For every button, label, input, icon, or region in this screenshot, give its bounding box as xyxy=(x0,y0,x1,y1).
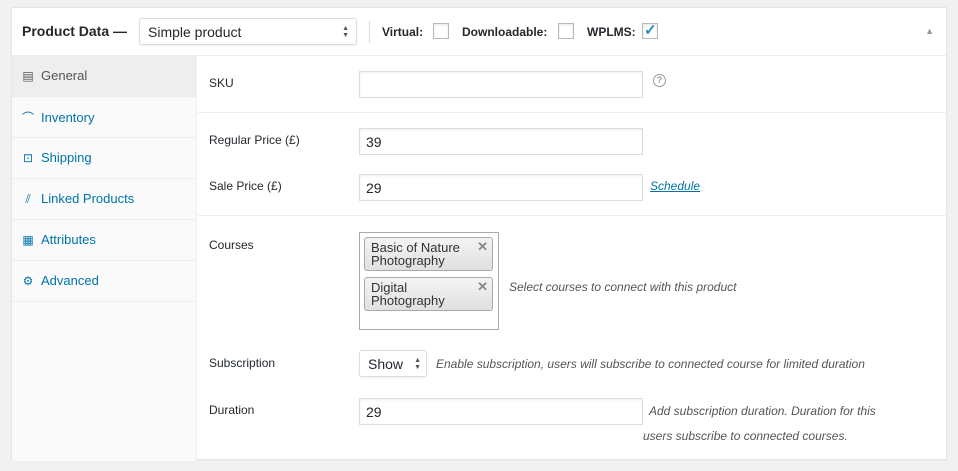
triangle-up-icon[interactable]: ▲ xyxy=(925,26,934,36)
tab-label: Shipping xyxy=(41,150,92,165)
tab-attributes[interactable]: ▦ Attributes xyxy=(12,220,196,261)
help-icon[interactable]: ? xyxy=(653,74,666,87)
schedule-link[interactable]: Schedule xyxy=(650,179,700,193)
course-chip[interactable]: Basic of Nature Photography ✕ xyxy=(364,237,493,271)
course-chip-line2: Photography xyxy=(371,293,445,308)
cart-icon: ⊡ xyxy=(22,151,34,165)
tab-label: Linked Products xyxy=(41,191,135,206)
tab-advanced[interactable]: ⚙ Advanced xyxy=(12,261,196,302)
sku-label: SKU xyxy=(209,76,234,90)
general-tab-content: SKU ? Regular Price (£) 39 Sale Price (£… xyxy=(198,56,947,461)
downloadable-checkbox[interactable] xyxy=(558,23,574,39)
courses-label: Courses xyxy=(209,238,254,252)
tab-shipping[interactable]: ⊡ Shipping xyxy=(12,138,196,179)
subscription-description: Enable subscription, users will subscrib… xyxy=(436,357,865,371)
list-icon: ▦ xyxy=(22,233,34,247)
tab-linked-products[interactable]: ⫽ Linked Products xyxy=(12,179,196,220)
duration-description-line1: Add subscription duration. Duration for … xyxy=(649,404,876,418)
sku-input[interactable] xyxy=(359,71,643,98)
sale-price-label: Sale Price (£) xyxy=(209,179,282,193)
product-type-value: Simple product xyxy=(148,24,242,40)
subscription-label: Subscription xyxy=(209,356,276,370)
virtual-checkbox[interactable] xyxy=(433,23,449,39)
header-divider xyxy=(369,21,370,43)
product-data-panel: Product Data — Simple product ▲ ▼ Virtual… xyxy=(11,7,947,461)
duration-input[interactable]: 29 xyxy=(359,398,643,425)
product-type-select[interactable]: Simple product ▲ ▼ xyxy=(139,18,357,45)
tab-label: General xyxy=(41,68,88,83)
tab-label: Advanced xyxy=(41,273,99,288)
tab-inventory[interactable]: ⌒ Inventory xyxy=(12,97,196,138)
sku-group: SKU ? xyxy=(198,56,947,113)
chart-icon: ⌒ xyxy=(21,111,34,125)
remove-icon[interactable]: ✕ xyxy=(477,280,488,293)
select-arrows-icon: ▲ ▼ xyxy=(342,25,349,39)
tab-label: Attributes xyxy=(41,232,96,247)
price-group: Regular Price (£) 39 Sale Price (£) 29 S… xyxy=(198,113,947,216)
tab-label: Inventory xyxy=(41,110,95,125)
link-icon: ⫽ xyxy=(25,192,31,206)
select-arrows-icon: ▲ ▼ xyxy=(414,357,421,371)
remove-icon[interactable]: ✕ xyxy=(477,240,488,253)
wplms-group: Courses Basic of Nature Photography ✕ Di… xyxy=(198,216,947,461)
duration-label: Duration xyxy=(209,403,255,417)
table-icon: ▤ xyxy=(22,69,34,83)
gear-icon: ⚙ xyxy=(22,274,34,288)
duration-description-line2: users subscribe to connected courses. xyxy=(643,429,848,443)
wplms-checkbox[interactable]: ✓ xyxy=(642,22,658,39)
wplms-label: WPLMS: xyxy=(587,25,636,39)
courses-description: Select courses to connect with this prod… xyxy=(509,280,737,294)
downloadable-label: Downloadable: xyxy=(462,25,548,39)
regular-price-label: Regular Price (£) xyxy=(209,133,300,147)
subscription-select[interactable]: Show ▲ ▼ xyxy=(359,350,427,377)
tab-general[interactable]: ▤ General xyxy=(12,56,196,97)
course-chip-line2: Photography xyxy=(371,253,445,268)
panel-header: Product Data — Simple product ▲ ▼ Virtual… xyxy=(12,8,946,56)
checkmark-icon: ✓ xyxy=(644,22,657,39)
sale-price-input[interactable]: 29 xyxy=(359,174,643,201)
product-data-tabs: ▤ General ⌒ Inventory ⊡ Shipping ⫽ Linked Pr… xyxy=(12,56,197,461)
subscription-value: Show xyxy=(368,356,404,372)
regular-price-input[interactable]: 39 xyxy=(359,128,643,155)
course-chip[interactable]: Digital Photography ✕ xyxy=(364,277,493,311)
courses-multiselect[interactable]: Basic of Nature Photography ✕ Digital Ph… xyxy=(359,232,499,330)
virtual-label: Virtual: xyxy=(382,25,424,39)
panel-title: Product Data — xyxy=(22,23,128,39)
